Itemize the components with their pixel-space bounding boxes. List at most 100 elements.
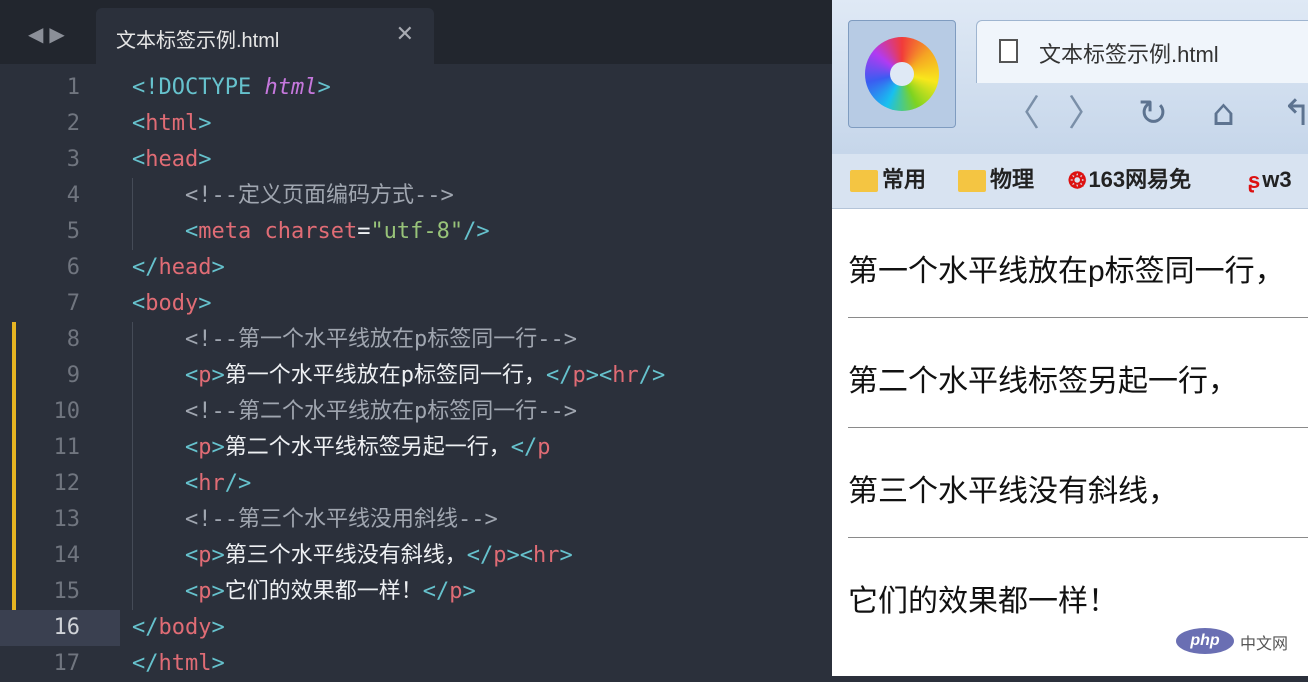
- tag-name: p: [198, 579, 212, 604]
- bookmark-item[interactable]: ʂw3: [1248, 164, 1292, 196]
- tag-name: hr: [533, 543, 560, 568]
- code-line: <p>第一个水平线放在p标签同一行，</p><hr/>: [132, 358, 832, 394]
- browser-tab-title: 文本标签示例.html: [1039, 42, 1219, 67]
- tag-name: p: [572, 363, 586, 388]
- bracket: <: [132, 111, 146, 136]
- bracket: <: [184, 435, 199, 460]
- line-number-current: 16: [53, 615, 81, 640]
- code-line: <!--第三个水平线没用斜线-->: [132, 502, 832, 538]
- bracket: <: [184, 363, 199, 388]
- bracket: >: [198, 291, 212, 316]
- code-comment: <!--第三个水平线没用斜线-->: [184, 507, 498, 532]
- bracket: >: [559, 543, 573, 568]
- tag-name: html: [145, 111, 199, 136]
- browser-window: 文本标签示例.html 〈 〉 ↻ ⌂ ↰ 常用 物理 ❂163网易免 ʂw3 …: [832, 0, 1308, 676]
- undo-icon[interactable]: ↰: [1282, 94, 1308, 134]
- editor-tab[interactable]: 文本标签示例.html ✕: [96, 8, 434, 66]
- bracket: >: [211, 615, 225, 640]
- bracket: >: [211, 435, 225, 460]
- code-comment: <!--第二个水平线放在p标签同一行-->: [184, 399, 577, 424]
- code-line: <head>: [132, 142, 832, 178]
- bracket: <: [184, 219, 199, 244]
- bracket: />: [463, 219, 490, 244]
- chevron-right-icon[interactable]: ▶: [49, 22, 70, 46]
- bracket: <: [184, 471, 199, 496]
- bookmark-label: 物理: [990, 167, 1035, 192]
- bracket: >: [585, 363, 599, 388]
- code-text: 第二个水平线标签另起一行，: [224, 435, 511, 460]
- line-number: 13: [0, 502, 96, 538]
- tag-name: p: [198, 543, 212, 568]
- code-line: <!DOCTYPE html>: [132, 70, 832, 106]
- forward-arrow-icon[interactable]: 〉: [1068, 94, 1104, 134]
- line-number: 11: [0, 430, 96, 466]
- code-line: </html>: [132, 646, 832, 682]
- browser-logo-icon: [865, 37, 939, 111]
- browser-tab[interactable]: 文本标签示例.html: [976, 20, 1308, 83]
- bracket: >: [211, 579, 225, 604]
- attribute-name: charset: [264, 219, 358, 244]
- line-number: 9: [0, 358, 96, 394]
- bracket: />: [224, 471, 252, 496]
- code-line: </body>: [132, 610, 832, 646]
- code-comment: <!--第一个水平线放在p标签同一行-->: [184, 327, 577, 352]
- code-line: <body>: [132, 286, 832, 322]
- bookmarks-bar: 常用 物理 ❂163网易免 ʂw3: [832, 154, 1308, 209]
- bookmark-item[interactable]: 常用: [850, 164, 926, 196]
- line-number: 4: [66, 183, 80, 208]
- bookmark-item[interactable]: ❂163网易免: [1068, 164, 1191, 196]
- editor-tab-bar: ◀▶ 文本标签示例.html ✕: [0, 0, 832, 66]
- bookmark-label: 常用: [882, 167, 927, 192]
- doctype-value: html: [264, 75, 318, 100]
- bookmark-label: w3: [1262, 167, 1292, 192]
- bracket: >: [198, 147, 212, 172]
- netease-icon: ❂: [1068, 168, 1087, 194]
- refresh-icon[interactable]: ↻: [1138, 94, 1168, 134]
- browser-logo-button[interactable]: [848, 20, 956, 128]
- tag-name: hr: [198, 471, 225, 496]
- back-arrow-icon[interactable]: 〈: [1004, 94, 1040, 134]
- tag-name: head: [145, 147, 199, 172]
- bracket: />: [638, 363, 666, 388]
- folder-icon: [958, 170, 986, 193]
- bracket: <: [519, 543, 533, 568]
- bracket: </: [132, 615, 159, 640]
- bookmark-item[interactable]: 物理: [958, 164, 1034, 196]
- code-line: <p>第三个水平线没有斜线，</p><hr>: [132, 538, 832, 574]
- site-watermark: php 中文网: [1176, 624, 1302, 660]
- line-number: 6: [66, 255, 80, 280]
- code-line: <meta charset="utf-8"/>: [132, 214, 832, 250]
- code-line: <html>: [132, 106, 832, 142]
- chevron-left-icon[interactable]: ◀: [28, 22, 49, 46]
- document-icon: [999, 39, 1018, 63]
- horizontal-rule: [848, 537, 1308, 538]
- bracket: </: [466, 543, 494, 568]
- code-area[interactable]: <!DOCTYPE html> <html> <head> <!--定义页面编码…: [132, 70, 832, 682]
- doctype-keyword: <!DOCTYPE: [132, 75, 252, 100]
- code-line: <!--第一个水平线放在p标签同一行-->: [132, 322, 832, 358]
- bracket: </: [422, 579, 450, 604]
- horizontal-rule: [848, 427, 1308, 428]
- logo-center: [890, 62, 914, 86]
- bracket: >: [211, 255, 225, 280]
- bracket: >: [462, 579, 476, 604]
- code-line: <hr/>: [132, 466, 832, 502]
- browser-chrome: 文本标签示例.html 〈 〉 ↻ ⌂ ↰: [832, 0, 1308, 154]
- code-line: </head>: [132, 250, 832, 286]
- tag-name: body: [145, 291, 199, 316]
- tag-name: p: [198, 363, 212, 388]
- line-number: 7: [66, 291, 80, 316]
- close-icon[interactable]: ✕: [396, 22, 414, 47]
- tab-nav-arrows[interactable]: ◀▶: [28, 22, 71, 46]
- horizontal-rule: [848, 317, 1308, 318]
- paragraph: 它们的效果都一样！: [848, 585, 1118, 618]
- bookmark-label: 163网易免: [1088, 167, 1192, 192]
- tag-name: p: [198, 435, 212, 460]
- line-number: 12: [0, 466, 96, 502]
- tag-name: p: [449, 579, 463, 604]
- home-icon[interactable]: ⌂: [1212, 94, 1235, 134]
- attribute-value: "utf-8": [370, 219, 464, 244]
- bracket: </: [545, 363, 573, 388]
- bracket: </: [510, 435, 538, 460]
- line-number: 2: [66, 111, 80, 136]
